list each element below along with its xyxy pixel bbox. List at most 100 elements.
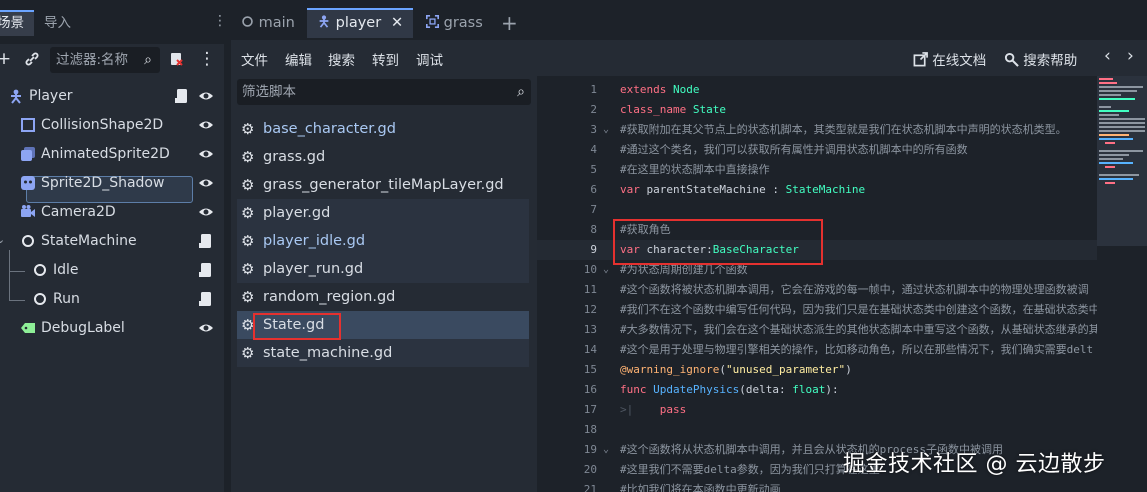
code-line: 1 extends Node (590, 83, 700, 96)
gear-icon: ⚙ (241, 232, 255, 250)
tilemap-icon (426, 15, 444, 31)
visibility-eye-icon[interactable] (198, 146, 214, 162)
tree-node-statemachine[interactable]: ⌄ StateMachine (0, 227, 224, 256)
script-item[interactable]: ⚙ state_machine.gd (237, 339, 529, 367)
node-icon (32, 262, 48, 278)
visibility-eye-icon[interactable] (198, 175, 214, 191)
sprite-icon (20, 175, 36, 191)
search-help-button[interactable]: 搜索帮助 (1004, 49, 1077, 69)
more-options-icon[interactable]: ⋮ (197, 48, 217, 70)
code-line: 12 #我们不在这个函数中编写任何代码，因为我们只是在基础状态类中创建这个函数，在… (583, 303, 1097, 316)
tree-node-debuglabel[interactable]: DebugLabel (0, 314, 224, 343)
tab-label: grass (443, 15, 483, 31)
tab-import[interactable]: 导入 (44, 10, 71, 36)
tab-label: main (258, 15, 295, 31)
tree-node-label: StateMachine (41, 233, 137, 249)
menu-search[interactable]: 搜索 (328, 49, 355, 69)
code-line: 16 func UpdatePhysics(delta: float): (583, 383, 839, 396)
node-icon (241, 15, 259, 31)
script-name: grass.gd (263, 149, 326, 165)
code-line: 11 #这个函数将被状态机脚本调用，它会在游戏的每一帧中，通过状态机脚本中的物理处… (583, 283, 1089, 296)
menu-file[interactable]: 文件 (241, 49, 268, 69)
fold-arrow-icon[interactable]: ⌄ (603, 260, 609, 280)
gear-icon: ⚙ (241, 288, 255, 306)
highlight-box-state-script (253, 313, 341, 340)
search-icon[interactable]: ⌕ (144, 47, 152, 73)
gear-icon: ⚙ (241, 260, 255, 278)
code-line: 18 (583, 423, 597, 436)
menu-goto[interactable]: 转到 (372, 49, 399, 69)
visibility-eye-icon[interactable] (198, 117, 214, 133)
tree-node-label: Camera2D (41, 204, 116, 220)
tab-grass[interactable]: grass (426, 8, 483, 38)
link-icon[interactable] (22, 48, 42, 70)
character-body-icon (317, 15, 336, 31)
tab-player[interactable]: player ✕ (307, 8, 413, 38)
nav-back-icon[interactable]: ‹ (1104, 46, 1111, 66)
menu-debug[interactable]: 调试 (416, 49, 443, 69)
visibility-eye-icon[interactable] (198, 88, 214, 104)
search-icon[interactable]: ⌕ (517, 79, 525, 105)
close-icon[interactable]: ✕ (391, 10, 403, 37)
script-attach-icon[interactable] (166, 48, 186, 70)
online-docs-button[interactable]: 在线文档 (913, 49, 986, 69)
script-icon[interactable] (198, 233, 214, 249)
code-editor[interactable]: 1 extends Node 2 class_name State 3 ⌄ #获取附加在… (537, 76, 1097, 492)
script-item[interactable]: ⚙ random_region.gd (237, 283, 529, 311)
nav-forward-icon[interactable]: › (1127, 46, 1134, 66)
dock-menu-icon[interactable]: ⋮ (213, 13, 227, 29)
gear-icon: ⚙ (241, 120, 255, 138)
menu-edit[interactable]: 编辑 (285, 49, 312, 69)
tab-scene[interactable]: 场景 (0, 10, 34, 36)
script-item[interactable]: ⚙ base_character.gd (237, 115, 529, 143)
visibility-eye-icon[interactable] (198, 320, 214, 336)
code-line: 6 var parentStateMachine : StateMachine (590, 183, 866, 196)
collapse-arrow-icon[interactable]: ⌄ (0, 233, 10, 249)
tree-node-animatedsprite2d[interactable]: AnimatedSprite2D (0, 140, 224, 169)
script-item[interactable]: ⚙ player_idle.gd (237, 227, 529, 255)
tree-node-run[interactable]: Run (0, 285, 224, 314)
code-minimap[interactable] (1097, 76, 1147, 492)
code-line: 21 #比如我们将在本函数中更新动画 (583, 483, 781, 492)
tree-node-label: AnimatedSprite2D (41, 146, 170, 162)
code-line: 15 @warning_ignore("unused_parameter") (583, 363, 852, 376)
tree-node-idle[interactable]: Idle (0, 256, 224, 285)
code-line: 14 #这个是用于处理与物理引擎相关的操作，比如移动角色，所以在那些情况下，我们确… (583, 343, 1094, 356)
add-tab-button[interactable]: + (501, 8, 518, 38)
script-name: player_idle.gd (263, 233, 366, 249)
fold-arrow-icon[interactable]: ⌄ (603, 120, 609, 140)
tree-node-label: Idle (53, 262, 79, 278)
add-node-icon[interactable]: + (0, 48, 14, 70)
tree-node-player[interactable]: Player (0, 82, 224, 111)
gear-icon: ⚙ (241, 176, 255, 194)
tree-node-label: DebugLabel (41, 320, 125, 336)
script-filter-input[interactable]: 筛选脚本 ⌕ (237, 79, 531, 105)
script-item[interactable]: ⚙ grass_generator_tileMapLayer.gd (237, 171, 529, 199)
editor-tabs: main player ✕ grass + (231, 0, 1147, 44)
code-line: 2 class_name State (590, 103, 726, 116)
script-icon[interactable] (174, 88, 190, 104)
online-docs-label: 在线文档 (932, 53, 987, 69)
script-icon[interactable] (198, 262, 214, 278)
script-item[interactable]: ⚙ player_run.gd (237, 255, 529, 283)
script-item[interactable]: ⚙ grass.gd (237, 143, 529, 171)
minimap-viewport[interactable] (1097, 76, 1147, 246)
fold-arrow-icon[interactable]: ⌄ (603, 440, 609, 460)
script-name: player_run.gd (263, 261, 364, 277)
tab-main[interactable]: main (241, 8, 295, 38)
tree-node-label: Player (29, 88, 73, 104)
gear-icon: ⚙ (241, 204, 255, 222)
script-name: random_region.gd (263, 289, 396, 305)
script-editor-menubar: 文件 编辑 搜索 转到 调试 在线文档 搜索帮助 ‹ › (231, 40, 1147, 76)
script-item[interactable]: ⚙ player.gd (237, 199, 529, 227)
script-icon[interactable] (198, 291, 214, 307)
scene-toolbar: + 过滤器:名称 ⌕ ⋮ (0, 44, 224, 76)
script-filter-placeholder: 筛选脚本 (242, 84, 296, 100)
gear-icon: ⚙ (241, 344, 255, 362)
tree-node-camera2d[interactable]: Camera2D (0, 198, 224, 227)
scene-filter-input[interactable]: 过滤器:名称 ⌕ (50, 47, 160, 73)
script-name: state_machine.gd (263, 345, 393, 361)
tree-node-sprite2d-shadow[interactable]: Sprite2D_Shadow (0, 169, 224, 198)
visibility-eye-icon[interactable] (198, 204, 214, 220)
tree-node-collisionshape2d[interactable]: CollisionShape2D (0, 111, 224, 140)
